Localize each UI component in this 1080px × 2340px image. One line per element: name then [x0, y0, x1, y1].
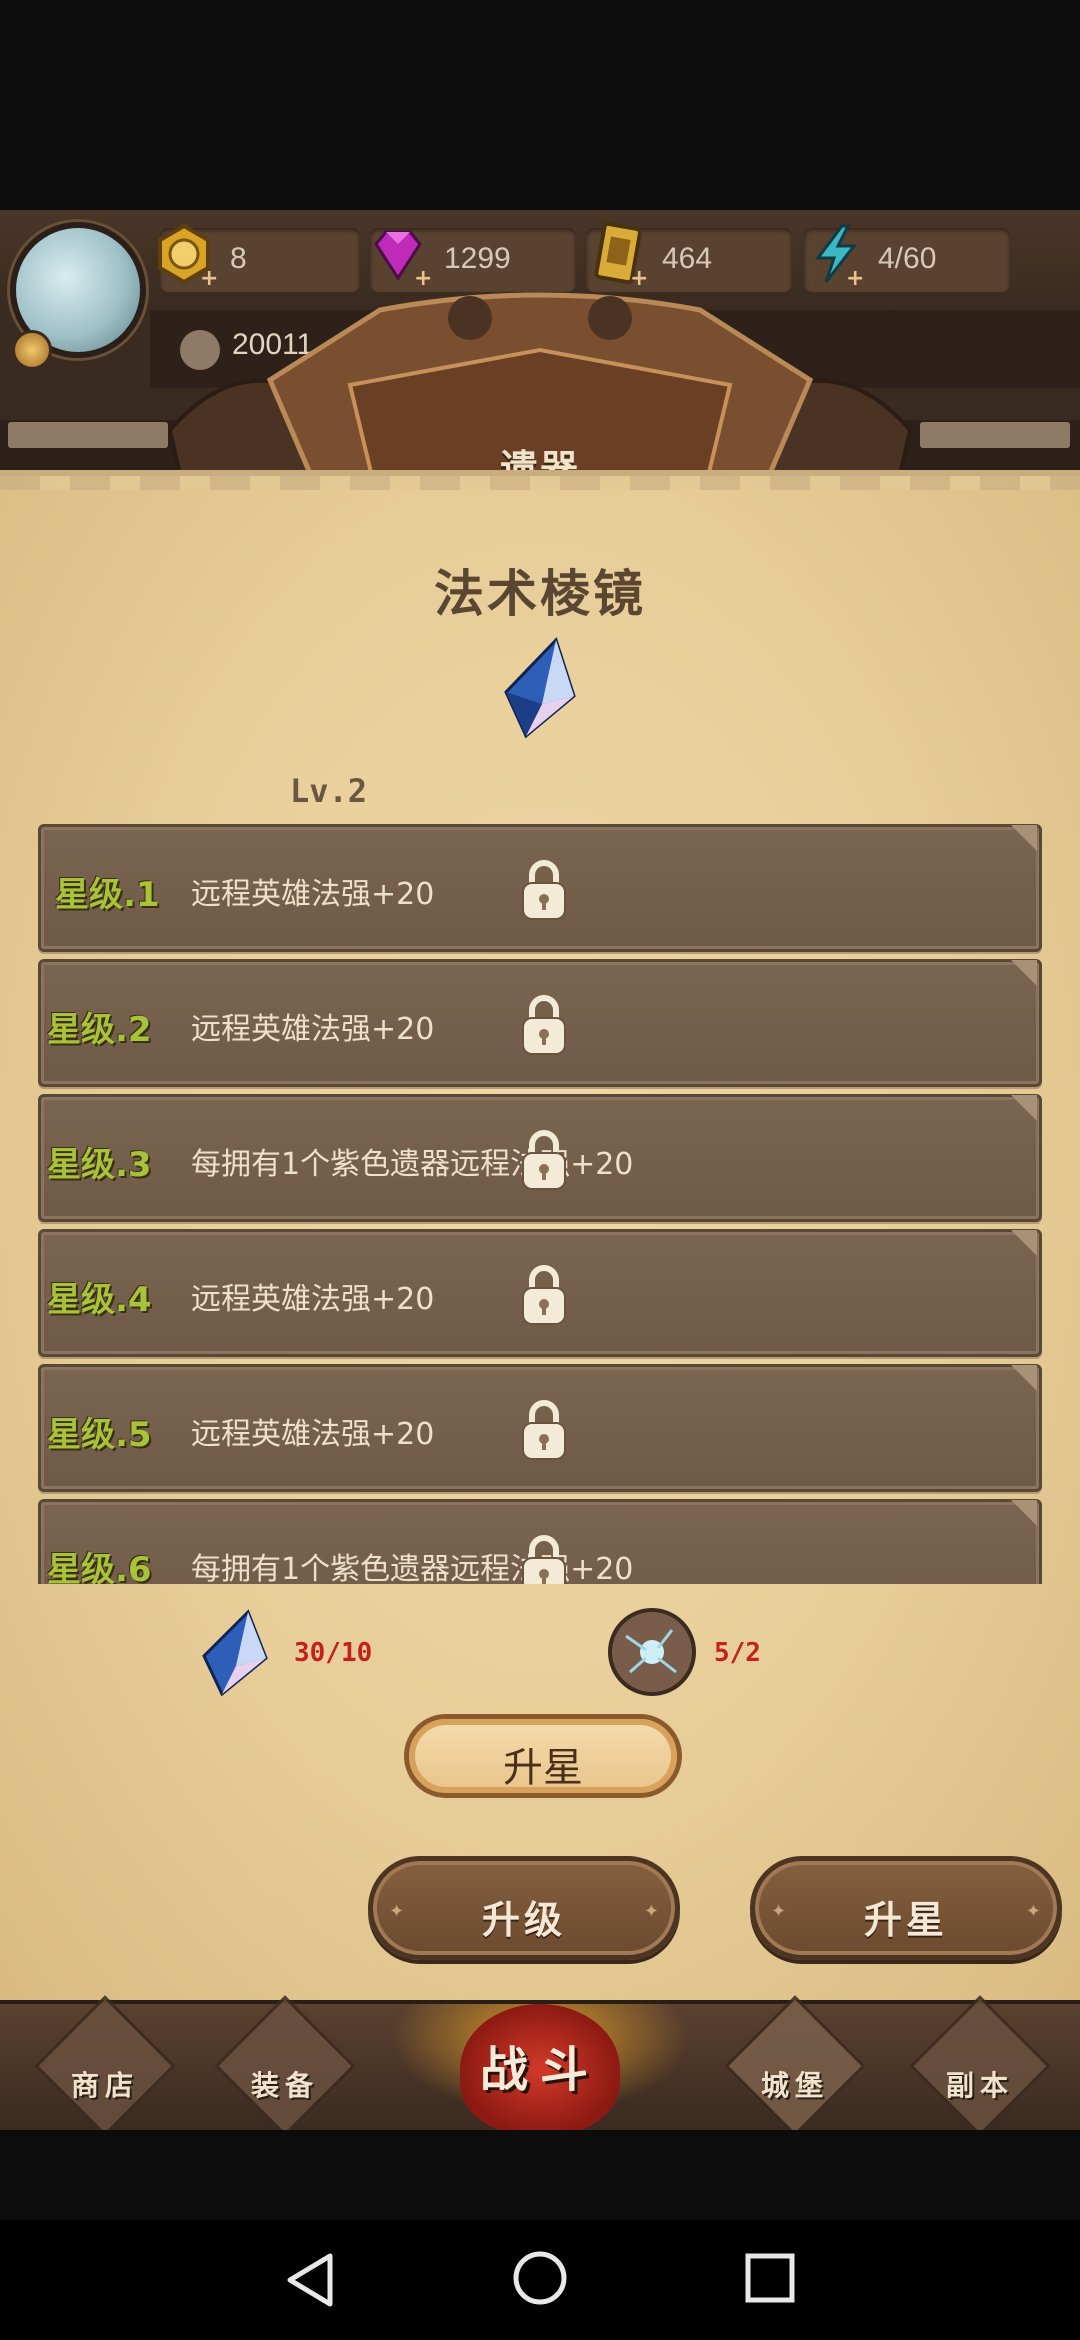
stone-cost: 5/2 [714, 1638, 761, 1668]
rune-stone-icon [608, 1608, 696, 1696]
resource-value: 1299 [444, 242, 511, 275]
upstar-small-label: 升星 [503, 1745, 583, 1791]
tab-label: 副本 [945, 2069, 1014, 2102]
crystal-cost: 30/10 [294, 1638, 373, 1668]
tab-equipment[interactable]: 装备 [200, 1995, 370, 2130]
list-item: 星级.4 远程英雄法强+20 [38, 1229, 1042, 1357]
castle-icon [724, 1995, 866, 2130]
plus-icon: + [200, 266, 219, 291]
tab-label: 装备 [250, 2069, 319, 2102]
tab-shop[interactable]: 商店 [20, 1995, 190, 2130]
resource-value: 464 [662, 242, 713, 275]
relic-panel: 法术棱镜 Lv.2 星级.1 远程英雄法强+20 星级.2 远程英雄法强+20 [0, 470, 1080, 2000]
star-effect-text: 远程英雄法强+20 [191, 1417, 435, 1452]
upstar-small-button[interactable]: 升星 [404, 1714, 682, 1798]
back-icon[interactable] [284, 2250, 336, 2310]
plus-icon: + [414, 266, 433, 291]
list-item: 星级.6 每拥有1个紫色遗器远程法强+20 [38, 1499, 1042, 1584]
tab-castle[interactable]: 城堡 [710, 1995, 880, 2130]
star-decoration-icon: ✦ [643, 1901, 659, 1922]
star-effect-text: 远程英雄法强+20 [191, 1012, 435, 1047]
star-level-label: 星级.6 [47, 1550, 152, 1584]
letterbox-bottom [0, 2130, 1080, 2220]
star-level-label: 星级.1 [55, 875, 160, 915]
plus-icon: + [630, 266, 649, 291]
tab-dungeon[interactable]: 副本 [895, 1995, 1065, 2130]
lock-icon [522, 1265, 566, 1325]
upgrade-button[interactable]: ✦ 升级 ✦ [368, 1856, 680, 1960]
upgrade-button-label: 升级 [481, 1898, 566, 1942]
tab-label: 城堡 [760, 2069, 829, 2102]
lock-icon [522, 1130, 566, 1190]
header-slot [920, 422, 1070, 448]
relic-name: 法术棱镜 [434, 565, 646, 623]
resource-value: 8 [230, 242, 247, 275]
list-item: 星级.1 远程英雄法强+20 [38, 824, 1042, 952]
status-bar-area [0, 0, 1080, 210]
star-level-label: 星级.2 [47, 1010, 152, 1050]
system-nav-bar [0, 2220, 1080, 2340]
tab-battle[interactable]: 战斗 [390, 1994, 690, 2130]
lock-icon [522, 995, 566, 1055]
game-screen: 8 1299 464 4/60 + + + + 20011 遗器 法术棱镜 Lv… [0, 210, 1080, 2130]
tab-label: 战斗 [479, 2042, 600, 2098]
home-icon[interactable] [512, 2250, 568, 2306]
armor-icon [214, 1995, 356, 2130]
panel-edge [0, 476, 1080, 490]
star-list[interactable]: 星级.1 远程英雄法强+20 星级.2 远程英雄法强+20 星级.3 每拥有1个… [38, 824, 1042, 1584]
tab-label: 商店 [70, 2069, 139, 2102]
upstar-button[interactable]: ✦ 升星 ✦ [750, 1856, 1062, 1960]
recents-icon[interactable] [744, 2252, 796, 2304]
rank-badge-icon [12, 330, 52, 370]
lock-icon [522, 1535, 566, 1584]
list-item: 星级.5 远程英雄法强+20 [38, 1364, 1042, 1492]
relic-level: Lv.2 [290, 772, 368, 810]
lock-icon [522, 860, 566, 920]
star-decoration-icon: ✦ [1025, 1901, 1041, 1922]
list-item: 星级.3 每拥有1个紫色遗器远程法强+20 [38, 1094, 1042, 1222]
upstar-button-label: 升星 [863, 1898, 948, 1942]
star-level-label: 星级.4 [47, 1280, 152, 1320]
bottom-nav: 商店 装备 战斗 城堡 副本 [0, 1995, 1080, 2130]
resource-value: 4/60 [878, 242, 937, 275]
plus-icon: + [846, 266, 865, 291]
star-effect-text: 远程英雄法强+20 [191, 1282, 435, 1317]
star-level-label: 星级.5 [47, 1415, 152, 1455]
lock-icon [522, 1400, 566, 1460]
header-slot [8, 422, 168, 448]
list-item: 星级.2 远程英雄法强+20 [38, 959, 1042, 1087]
shop-icon [34, 1995, 176, 2130]
dungeon-icon [909, 1995, 1051, 2130]
star-effect-text: 远程英雄法强+20 [191, 877, 435, 912]
prism-crystal-icon [202, 1609, 268, 1697]
star-level-label: 星级.3 [47, 1145, 152, 1185]
prism-crystal-icon [504, 637, 576, 739]
